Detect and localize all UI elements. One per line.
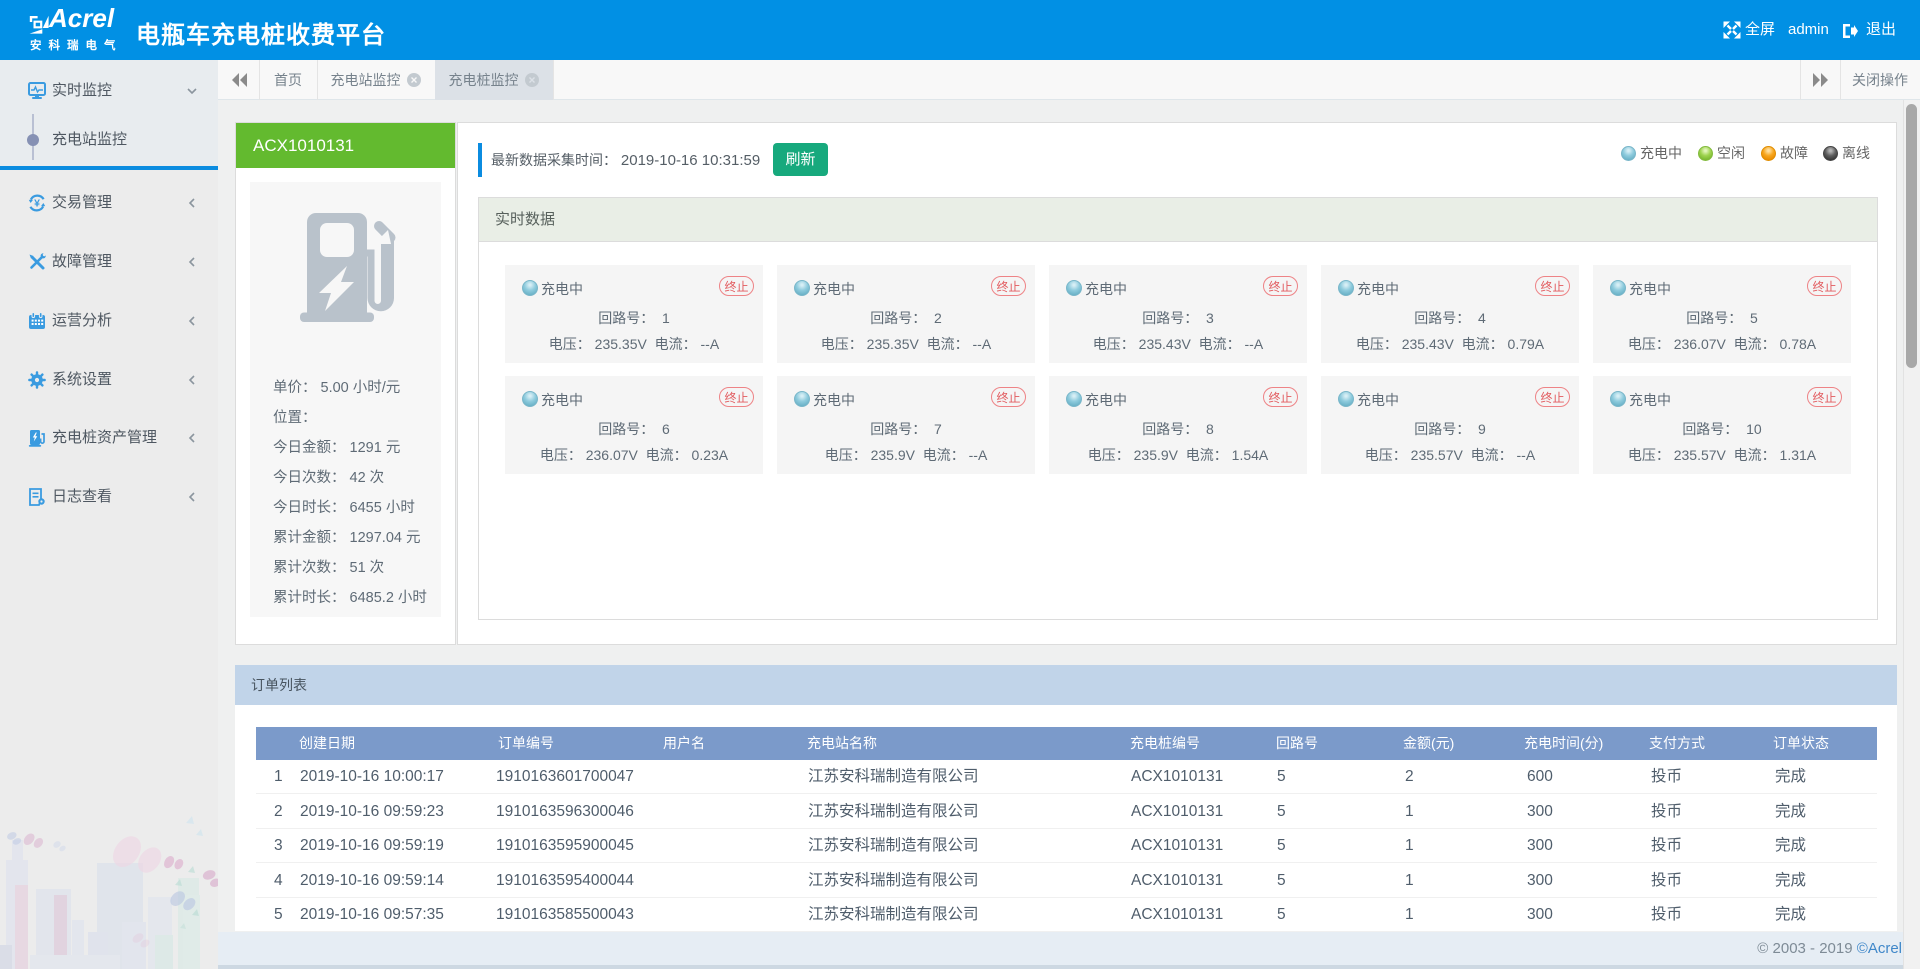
svg-text:¥: ¥	[34, 198, 40, 210]
